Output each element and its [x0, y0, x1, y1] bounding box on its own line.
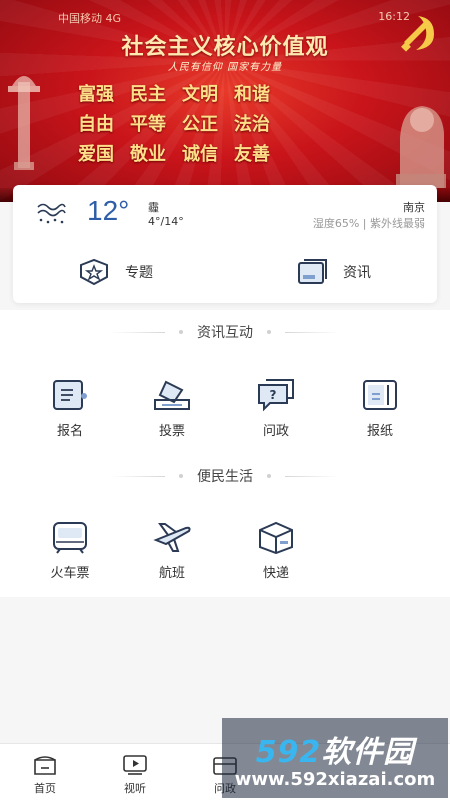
- value-word: 民主: [130, 84, 166, 105]
- divider-dot: [179, 474, 183, 478]
- topic-badge-icon: [80, 258, 108, 286]
- signup-item[interactable]: 报名: [30, 378, 110, 439]
- banner-title: 社会主义核心价值观: [121, 34, 329, 60]
- inquiry-label: 问政: [262, 424, 289, 439]
- value-word: 法治: [234, 114, 270, 135]
- airplane-icon: [153, 523, 191, 552]
- city-name[interactable]: 南京: [403, 199, 425, 215]
- news-frame-icon: [298, 259, 327, 284]
- flight-item[interactable]: 航班: [132, 520, 212, 581]
- section-title-life: 便民生活: [0, 466, 450, 486]
- value-word: 爱国: [78, 144, 114, 165]
- value-word: 平等: [130, 114, 166, 135]
- nav-video-label: 视听: [124, 782, 146, 795]
- newspaper-label: 报纸: [366, 424, 393, 439]
- watermark-brand: 软件园: [321, 734, 415, 770]
- signup-form-icon: [53, 380, 87, 410]
- site-watermark: 592软件园 www.592xiazai.com: [222, 718, 448, 798]
- watermark-url: www.592xiazai.com: [234, 768, 436, 790]
- value-word: 友善: [234, 144, 270, 165]
- status-bar: 中国移动 4G 16:12: [58, 10, 410, 28]
- hero-banner[interactable]: 中国移动 4G 16:12 社会主义核心价值观 人民有信仰 国家有力量 富强 民…: [0, 0, 450, 202]
- home-icon: [34, 756, 56, 775]
- banner-slogan: 人民有信仰 国家有力量: [167, 62, 283, 73]
- divider-dot: [179, 330, 183, 334]
- divider-line: [111, 331, 165, 333]
- divider-line: [111, 475, 165, 477]
- haze-icon: [37, 203, 66, 224]
- huabiao-pillar-icon: [8, 76, 40, 170]
- weather-card: 12° 霾 4°/14° 南京 湿度65% | 紫外线最弱 专题 资讯: [13, 185, 437, 303]
- news-button[interactable]: 资讯: [295, 257, 371, 287]
- value-word: 自由: [78, 114, 114, 135]
- divider-dot: [267, 330, 271, 334]
- flight-label: 航班: [158, 566, 185, 581]
- section-title-interaction: 资讯互动: [0, 322, 450, 342]
- section-label: 资讯互动: [197, 325, 253, 341]
- value-word: 诚信: [182, 144, 218, 165]
- question-chat-icon: ?: [258, 379, 294, 412]
- value-word: 公正: [182, 114, 218, 135]
- express-label: 快递: [262, 566, 289, 581]
- section-label: 便民生活: [197, 469, 253, 485]
- vote-item[interactable]: 投票: [132, 378, 212, 439]
- values-row-2: 自由 平等 公正 法治: [78, 110, 270, 136]
- value-word: 文明: [182, 84, 218, 105]
- status-carrier: 中国移动 4G: [58, 12, 122, 25]
- watermark-logo: 592软件园: [256, 727, 415, 771]
- temperature: 12°: [87, 195, 130, 226]
- nav-video[interactable]: 视听: [105, 754, 165, 796]
- train-ticket-label: 火车票: [50, 566, 90, 581]
- parcel-box-icon: [259, 521, 293, 554]
- value-word: 敬业: [130, 144, 166, 165]
- divider-line: [285, 475, 339, 477]
- newspaper-item[interactable]: 报纸: [340, 378, 420, 439]
- values-row-3: 爱国 敬业 诚信 友善: [78, 140, 270, 166]
- train-icon: [53, 522, 87, 554]
- nav-home-label: 首页: [34, 782, 56, 795]
- play-video-icon: [123, 755, 147, 775]
- topic-button[interactable]: 专题: [77, 257, 153, 287]
- svg-text:?: ?: [270, 388, 277, 402]
- stone-lion-icon: [396, 106, 446, 188]
- value-word: 富强: [78, 84, 114, 105]
- values-row-1: 富强 民主 文明 和谐: [78, 80, 270, 106]
- value-word: 和谐: [234, 84, 270, 105]
- newspaper-icon: [363, 380, 397, 410]
- nav-home[interactable]: 首页: [15, 754, 75, 796]
- watermark-number: 592: [255, 734, 322, 770]
- temperature-range: 4°/14°: [148, 215, 184, 228]
- inquiry-item[interactable]: ? 问政: [236, 378, 316, 439]
- topic-label: 专题: [125, 265, 153, 281]
- vote-label: 投票: [158, 424, 185, 439]
- signup-label: 报名: [56, 424, 83, 439]
- train-ticket-item[interactable]: 火车票: [30, 520, 110, 581]
- express-item[interactable]: 快递: [236, 520, 316, 581]
- divider-line: [285, 331, 339, 333]
- weather-condition: 霾: [148, 201, 159, 214]
- services-panel: 资讯互动 报名 投票 ? 问政 报纸 便民生活 火车票 航班 快递: [0, 310, 450, 597]
- divider-dot: [267, 474, 271, 478]
- vote-box-icon: [154, 380, 190, 410]
- weather-details: 湿度65% | 紫外线最弱: [312, 217, 425, 230]
- news-label: 资讯: [343, 265, 371, 281]
